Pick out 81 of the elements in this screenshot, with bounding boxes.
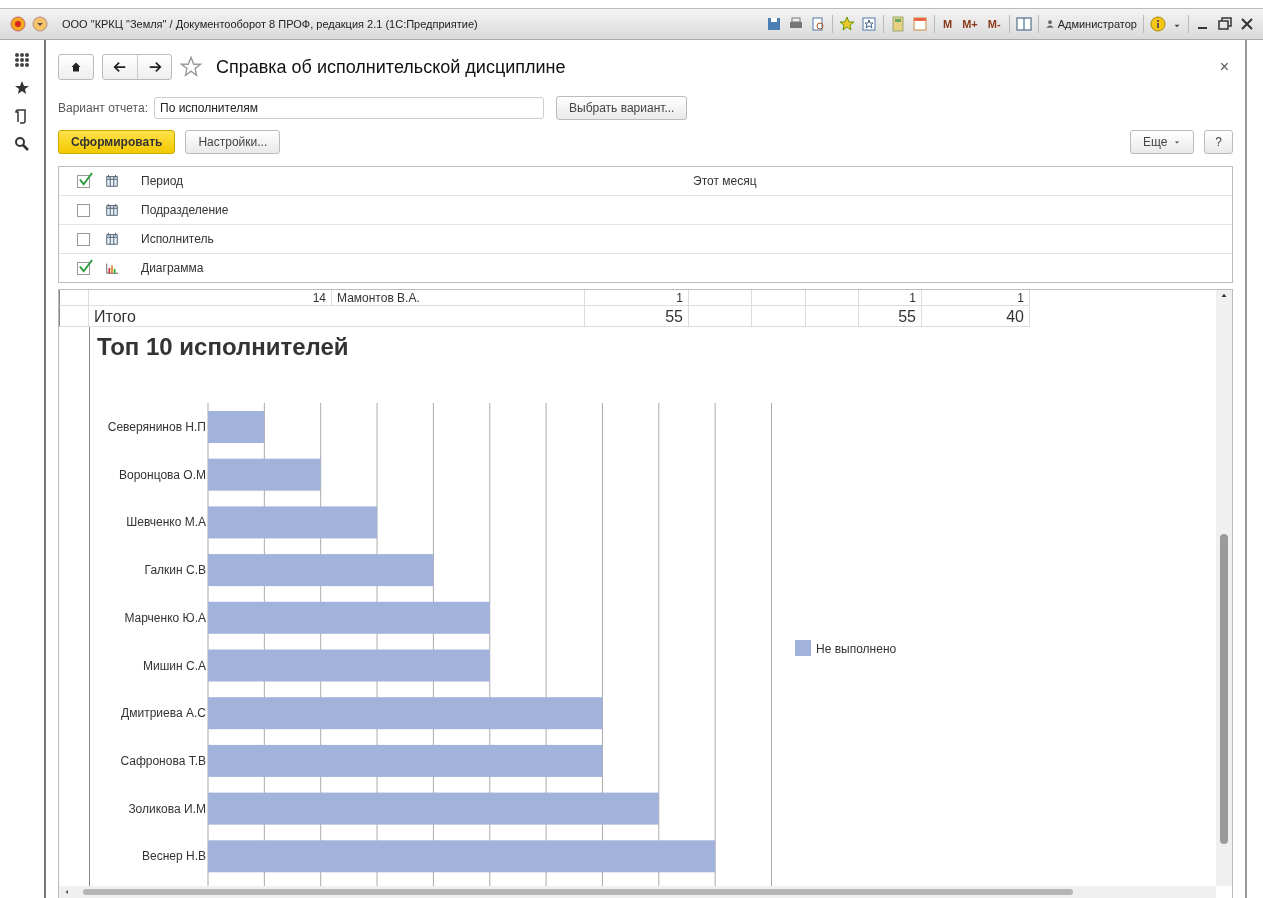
table-icon [105, 174, 119, 188]
filter-label: Период [141, 174, 185, 188]
empty-cell [689, 306, 752, 327]
variant-label: Вариант отчета: [58, 101, 148, 115]
filter-label: Диаграмма [141, 261, 205, 275]
more-button[interactable]: Еще [1129, 130, 1195, 154]
close-button[interactable]: × [1213, 57, 1235, 77]
checkmark-icon [78, 258, 93, 274]
form-title: Справка об исполнительской дисциплине [216, 56, 566, 78]
preview-icon[interactable] [810, 16, 827, 32]
info-icon[interactable] [1150, 16, 1166, 32]
legend-swatch [795, 640, 811, 656]
checkbox[interactable] [77, 203, 90, 217]
star-add-icon[interactable] [839, 16, 856, 32]
category-label: Сафронова Т.В [120, 753, 206, 768]
memory-button[interactable]: M [941, 18, 955, 30]
table-cell: Мамонтов В.А. [332, 290, 585, 306]
category-label: Галкин С.В [144, 563, 206, 578]
calculator-icon[interactable] [890, 16, 907, 32]
window-title: ООО "КРКЦ "Земля" / Документооборот 8 ПРОФ, редакция 2.1 (1С:Предприятие) [62, 18, 478, 30]
user-icon [1044, 19, 1055, 29]
memory-button[interactable]: M+ [960, 18, 980, 30]
checkmark-icon [78, 171, 93, 187]
chart-title: Топ 10 исполнителей [97, 333, 350, 361]
scroll-left-icon[interactable] [63, 888, 71, 896]
vertical-scrollbar[interactable] [1216, 290, 1232, 886]
save-icon[interactable] [766, 16, 783, 32]
empty-cell [689, 290, 752, 306]
category-label: Воронцова О.М [119, 467, 206, 482]
restore-icon[interactable] [1217, 16, 1233, 32]
checkbox[interactable] [77, 232, 90, 246]
empty-cell [752, 290, 806, 306]
generate-button[interactable]: Сформировать [58, 130, 176, 154]
variant-field[interactable]: По исполнителям [154, 97, 544, 119]
empty-cell [806, 290, 859, 306]
close-icon[interactable] [1239, 16, 1255, 32]
legend-label: Не выполнено [816, 642, 897, 656]
filter-value[interactable]: Этот месяц [693, 174, 1232, 188]
empty-cell [752, 306, 806, 327]
calendar-icon[interactable] [912, 16, 929, 32]
table-cell: 40 [922, 306, 1030, 327]
empty-cell [806, 306, 859, 327]
arrow-left-icon [113, 60, 127, 74]
table-cell: 1 [922, 290, 1030, 306]
category-label: Мишин С.А [143, 658, 206, 673]
category-label: Северянинов Н.П [107, 420, 206, 434]
tree-cell [59, 306, 89, 327]
tree-cell [59, 290, 89, 306]
apps-grid-icon[interactable] [14, 52, 30, 68]
checkbox[interactable] [77, 174, 90, 188]
category-label: Веснер Н.В [142, 849, 206, 864]
user-menu[interactable]: Администратор [1044, 18, 1137, 30]
search-icon[interactable] [14, 136, 30, 152]
table-cell: 55 [585, 306, 689, 327]
category-label: Шевченко М.А [126, 515, 206, 530]
help-button[interactable]: ? [1204, 130, 1233, 154]
table-icon [105, 232, 119, 246]
table-cell: 1 [585, 290, 689, 306]
filter-label: Исполнитель [141, 232, 215, 246]
category-label: Золикова И.М [128, 801, 206, 816]
bar-chart-icon [105, 261, 119, 275]
choose-variant-button[interactable]: Выбрать вариант... [556, 96, 688, 120]
dropdown-icon[interactable] [32, 16, 48, 32]
memory-button[interactable]: M- [985, 18, 1003, 30]
category-label: Дмитриева А.С [121, 706, 206, 721]
table-cell: 14 [89, 290, 332, 306]
filter-label: Подразделение [141, 203, 230, 217]
table-cell: Итого [89, 306, 585, 327]
favorite-star-icon[interactable] [180, 56, 202, 78]
checkbox[interactable] [77, 261, 90, 275]
table-cell: 1 [859, 290, 922, 306]
table-icon [105, 203, 119, 217]
table-cell: 55 [859, 306, 922, 327]
star-icon[interactable] [14, 80, 30, 96]
category-label: Марченко Ю.А [124, 610, 206, 625]
settings-button[interactable]: Настройки... [185, 130, 281, 154]
panel-icon[interactable] [1015, 16, 1032, 32]
bar [208, 411, 265, 443]
arrow-right-icon [147, 60, 162, 74]
app-logo-icon[interactable] [10, 16, 26, 32]
home-icon [70, 61, 82, 73]
